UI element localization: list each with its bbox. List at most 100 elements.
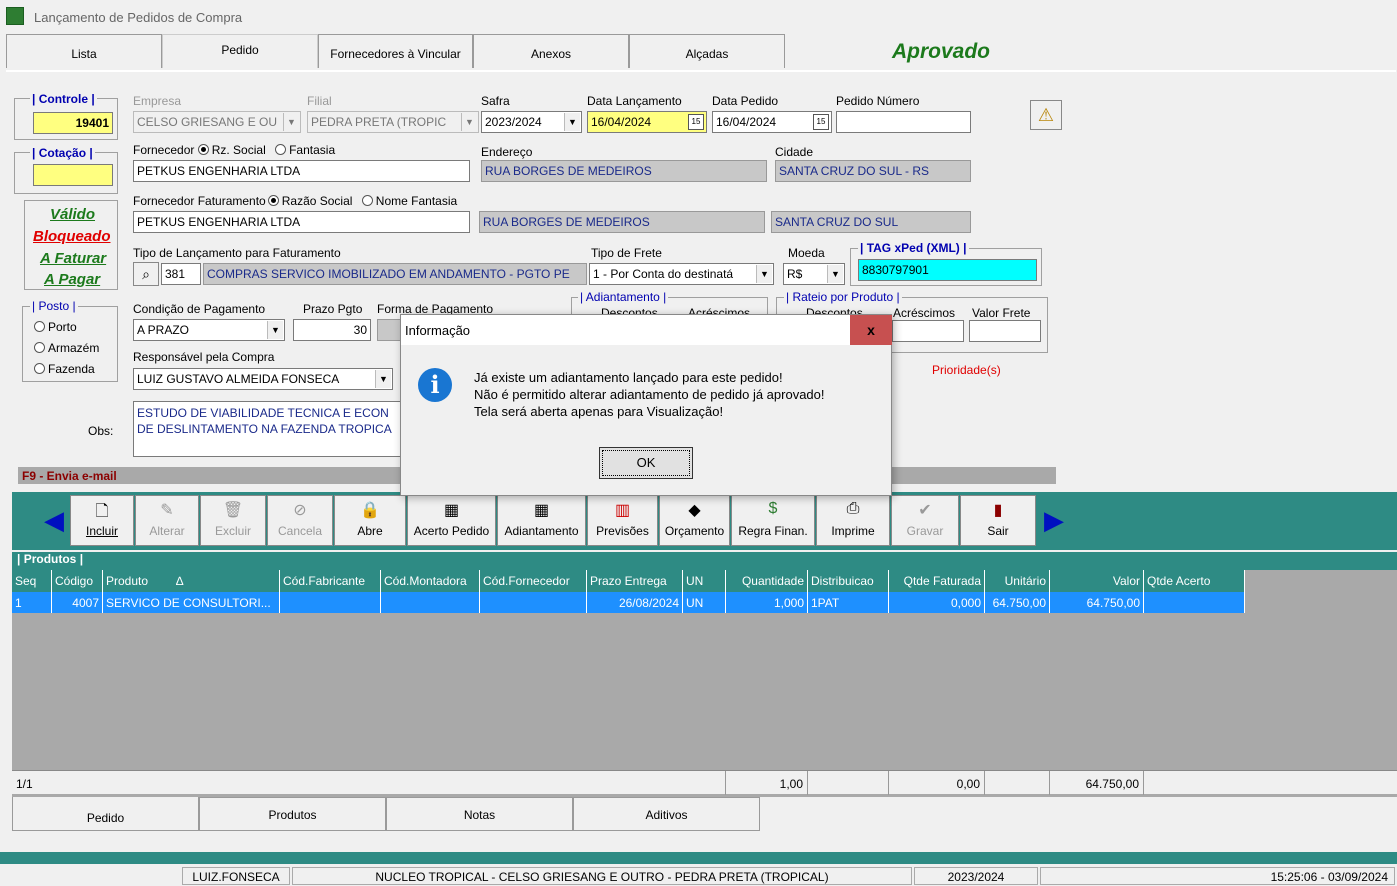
calendar-icon[interactable]: 15 (813, 114, 829, 130)
chevron-down-icon: ▼ (461, 113, 477, 131)
tab-alcadas[interactable]: Alçadas (629, 34, 785, 68)
bloqueado-link[interactable]: Bloqueado (33, 228, 111, 245)
forma-pagamento-field[interactable] (377, 319, 401, 341)
responsavel-value: LUIZ GUSTAVO ALMEIDA FONSECA (137, 372, 340, 386)
empresa-select[interactable]: CELSO GRIESANG E OU ▼ (133, 111, 301, 133)
lock-icon: 🔒 (360, 502, 380, 519)
col-header[interactable]: Qtde Acerto (1144, 570, 1245, 592)
radio-icon[interactable] (267, 195, 279, 206)
posto-fazenda-radio[interactable]: Fazenda (34, 362, 95, 376)
warning-button[interactable]: ⚠ (1030, 100, 1062, 130)
col-header-produto[interactable]: Produto ∆ (103, 570, 280, 592)
orcamento-button[interactable]: ◆ Orçamento (659, 495, 730, 546)
radio-icon (34, 342, 45, 353)
bottom-tab-notas[interactable]: Notas (386, 797, 573, 831)
bottom-tab-pedido[interactable]: Pedido (12, 797, 199, 831)
col-header[interactable]: Unitário (985, 570, 1050, 592)
excluir-button[interactable]: 🗑 Excluir (200, 495, 266, 546)
col-header[interactable]: UN (683, 570, 726, 592)
tab-fornecedores-vincular[interactable]: Fornecedores à Vincular (318, 34, 473, 68)
posto-porto-radio[interactable]: Porto (34, 320, 77, 334)
regra-finan-button[interactable]: $ Regra Finan. (731, 495, 815, 546)
radio-icon[interactable] (197, 144, 209, 155)
gravar-label: Gravar (906, 524, 944, 538)
previsoes-button[interactable]: ▥ Previsões (587, 495, 658, 546)
status-safra: 2023/2024 (914, 867, 1038, 885)
col-header[interactable]: Distribuicao (808, 570, 889, 592)
col-header[interactable]: Quantidade (726, 570, 808, 592)
cell-distribuicao: 1PAT (808, 592, 889, 613)
search-button[interactable]: ⌕ (133, 262, 159, 286)
bottom-tab-produtos[interactable]: Produtos (199, 797, 386, 831)
data-pedido-label: Data Pedido (712, 94, 779, 108)
alterar-button[interactable]: ✎ Alterar (135, 495, 199, 546)
cancela-button[interactable]: ⊘ Cancela (267, 495, 333, 546)
prioridade-label[interactable]: Prioridade(s) (932, 363, 1001, 377)
next-arrow-icon[interactable]: ▶ (1040, 505, 1068, 535)
col-header[interactable]: Prazo Entrega (587, 570, 683, 592)
pedido-numero-field[interactable] (836, 111, 971, 133)
valor-frete-field[interactable] (969, 320, 1041, 342)
obs-textarea[interactable]: ESTUDO DE VIABILIDADE TECNICA E ECON DE D… (133, 401, 403, 457)
responsavel-select[interactable]: LUIZ GUSTAVO ALMEIDA FONSECA ▼ (133, 368, 393, 390)
prev-arrow-icon[interactable]: ◀ (40, 505, 68, 535)
col-header[interactable]: Código (52, 570, 103, 592)
col-header[interactable]: Valor (1050, 570, 1144, 592)
bottom-tab-aditivos[interactable]: Aditivos (573, 797, 760, 831)
posto-porto-label: Porto (48, 320, 77, 334)
filial-select[interactable]: PEDRA PRETA (TROPIC ▼ (307, 111, 479, 133)
adiantamento-button[interactable]: ▦ Adiantamento (497, 495, 586, 546)
safra-select[interactable]: 2023/2024 ▼ (481, 111, 582, 133)
gravar-button[interactable]: ✔ Gravar (891, 495, 959, 546)
data-lancamento-field[interactable]: 16/04/2024 15 (587, 111, 707, 133)
posto-label: | Posto | (30, 299, 78, 313)
data-pedido-field[interactable]: 16/04/2024 15 (712, 111, 832, 133)
incluir-button[interactable]: 🗋 Incluir (70, 495, 134, 546)
fornecedor-field[interactable]: PETKUS ENGENHARIA LTDA (133, 160, 470, 182)
tab-anexos[interactable]: Anexos (473, 34, 629, 68)
rateio-acrescimos-field[interactable] (892, 320, 964, 342)
moeda-select[interactable]: R$ ▼ (783, 263, 845, 285)
col-header[interactable]: Qtde Faturada (889, 570, 985, 592)
col-header[interactable]: Cód.Montadora (381, 570, 480, 592)
imprime-label: Imprime (831, 524, 875, 538)
col-header[interactable]: Cód.Fornecedor (480, 570, 587, 592)
calendar-icon[interactable]: 15 (688, 114, 704, 130)
radio-icon[interactable] (361, 195, 373, 206)
regra-finan-label: Regra Finan. (738, 524, 808, 538)
cotacao-field[interactable] (33, 164, 113, 186)
warning-icon: ⚠ (1037, 105, 1055, 125)
tipo-lancamento-code-field[interactable]: 381 (161, 263, 201, 285)
a-pagar-link[interactable]: A Pagar (44, 271, 100, 288)
status-empresa: NUCLEO TROPICAL - CELSO GRIESANG E OUTRO… (292, 867, 912, 885)
forn-faturamento-field[interactable]: PETKUS ENGENHARIA LTDA (133, 211, 470, 233)
tab-pedido[interactable]: Pedido (162, 34, 318, 68)
tag-xped-field[interactable]: 8830797901 (858, 259, 1037, 281)
chevron-down-icon: ▼ (827, 265, 843, 283)
radio-icon[interactable] (275, 144, 287, 155)
cell-cod-fabricante (280, 592, 381, 613)
chevron-down-icon: ▼ (756, 265, 772, 283)
close-icon[interactable]: x (850, 315, 892, 345)
ok-button[interactable]: OK (599, 447, 693, 479)
sair-button[interactable]: ▮ Sair (960, 495, 1036, 546)
a-faturar-link[interactable]: A Faturar (40, 250, 106, 267)
tab-lista[interactable]: Lista (6, 34, 162, 68)
table-row[interactable]: 1 4007 SERVICO DE CONSULTORI... 26/08/20… (12, 592, 1245, 613)
footer-qtde-faturada: 0,00 (889, 771, 985, 795)
posto-armazem-radio[interactable]: Armazém (34, 341, 99, 355)
condicao-pagamento-select[interactable]: A PRAZO ▼ (133, 319, 285, 341)
col-header[interactable]: Seq (12, 570, 52, 592)
acerto-pedido-label: Acerto Pedido (413, 524, 490, 538)
tipo-frete-value: 1 - Por Conta do destinatá (593, 267, 734, 281)
valido-link[interactable]: Válido (50, 206, 95, 223)
filial-value: PEDRA PRETA (TROPIC (311, 115, 447, 129)
acerto-pedido-button[interactable]: ▦ Acerto Pedido (407, 495, 496, 546)
imprime-button[interactable]: ⎙ Imprime (816, 495, 890, 546)
prazo-pgto-field[interactable]: 30 (293, 319, 371, 341)
tipo-frete-select[interactable]: 1 - Por Conta do destinatá ▼ (589, 263, 774, 285)
controle-field[interactable]: 19401 (33, 112, 113, 134)
abre-button[interactable]: 🔒 Abre (334, 495, 406, 546)
excluir-label: Excluir (214, 524, 251, 538)
col-header[interactable]: Cód.Fabricante (280, 570, 381, 592)
